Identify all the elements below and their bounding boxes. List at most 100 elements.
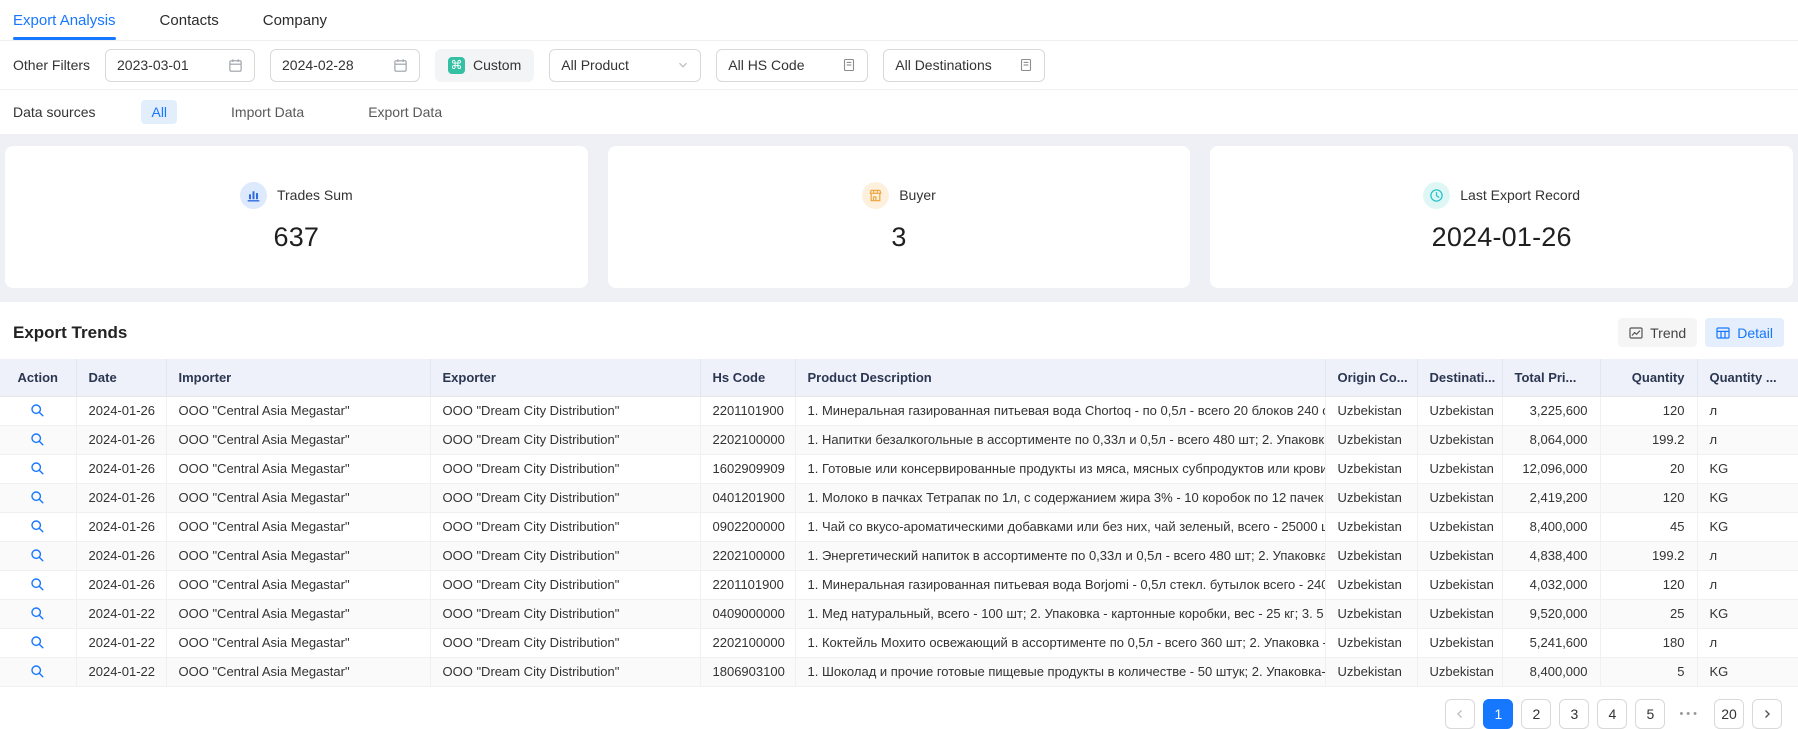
row-date: 2024-01-22 xyxy=(76,657,166,686)
data-sources-label: Data sources xyxy=(13,104,95,120)
chevron-down-icon xyxy=(677,59,689,71)
table-row: 2024-01-26 OOO "Central Asia Megastar" O… xyxy=(0,454,1798,483)
destinations-select[interactable]: All Destinations xyxy=(883,49,1045,82)
row-date: 2024-01-26 xyxy=(76,454,166,483)
row-product-description: 1. Напитки безалкогольные в ассортименте… xyxy=(795,425,1325,454)
file-list-icon xyxy=(842,58,856,72)
row-quantity-unit: л xyxy=(1697,541,1798,570)
table-row: 2024-01-26 OOO "Central Asia Megastar" O… xyxy=(0,425,1798,454)
row-quantity: 180 xyxy=(1600,628,1697,657)
last-export-record-value: 2024-01-26 xyxy=(1432,222,1572,253)
buyer-label: Buyer xyxy=(899,187,936,203)
row-date: 2024-01-26 xyxy=(76,425,166,454)
row-exporter: OOO "Dream City Distribution" xyxy=(430,454,700,483)
row-exporter: OOO "Dream City Distribution" xyxy=(430,425,700,454)
page-button-4[interactable]: 4 xyxy=(1597,699,1627,729)
row-action-cell[interactable] xyxy=(0,599,76,628)
search-icon xyxy=(30,635,45,650)
search-icon xyxy=(30,577,45,592)
row-action-cell[interactable] xyxy=(0,483,76,512)
row-importer: OOO "Central Asia Megastar" xyxy=(166,425,430,454)
row-hs-code: 2202100000 xyxy=(700,425,795,454)
row-product-description: 1. Молоко в пачках Тетрапак по 1л, с сод… xyxy=(795,483,1325,512)
table-body: 2024-01-26 OOO "Central Asia Megastar" O… xyxy=(0,396,1798,686)
page-button-5[interactable]: 5 xyxy=(1635,699,1665,729)
row-hs-code: 0902200000 xyxy=(700,512,795,541)
col-quantity: Quantity xyxy=(1600,359,1697,396)
data-source-all[interactable]: All xyxy=(141,100,177,124)
row-hs-code: 0401201900 xyxy=(700,483,795,512)
row-action-cell[interactable] xyxy=(0,657,76,686)
row-action-cell[interactable] xyxy=(0,541,76,570)
other-filters-label: Other Filters xyxy=(13,57,90,73)
filter-bar: Other Filters 2023-03-01 2024-02-28 ⌘ Cu… xyxy=(0,41,1798,90)
page-button-3[interactable]: 3 xyxy=(1559,699,1589,729)
pagination: 1 2 3 4 5 ••• 20 xyxy=(0,687,1798,729)
buyer-value: 3 xyxy=(891,222,906,253)
table-row: 2024-01-26 OOO "Central Asia Megastar" O… xyxy=(0,483,1798,512)
section-title: Export Trends xyxy=(13,323,127,343)
row-origin-country: Uzbekistan xyxy=(1325,396,1417,425)
page-button-1[interactable]: 1 xyxy=(1483,699,1513,729)
row-action-cell[interactable] xyxy=(0,454,76,483)
product-select[interactable]: All Product xyxy=(549,49,701,82)
date-to-value: 2024-02-28 xyxy=(282,57,354,73)
row-total-price: 12,096,000 xyxy=(1502,454,1600,483)
row-origin-country: Uzbekistan xyxy=(1325,425,1417,454)
table-row: 2024-01-22 OOO "Central Asia Megastar" O… xyxy=(0,657,1798,686)
prev-page-button[interactable] xyxy=(1445,699,1475,729)
row-action-cell[interactable] xyxy=(0,512,76,541)
row-hs-code: 1806903100 xyxy=(700,657,795,686)
search-icon xyxy=(30,432,45,447)
row-total-price: 2,419,200 xyxy=(1502,483,1600,512)
trend-button-label: Trend xyxy=(1650,325,1686,341)
data-source-import[interactable]: Import Data xyxy=(221,100,314,124)
row-action-cell[interactable] xyxy=(0,628,76,657)
row-exporter: OOO "Dream City Distribution" xyxy=(430,599,700,628)
row-importer: OOO "Central Asia Megastar" xyxy=(166,657,430,686)
tab-company[interactable]: Company xyxy=(263,0,327,40)
data-source-export[interactable]: Export Data xyxy=(358,100,452,124)
date-from-input[interactable]: 2023-03-01 xyxy=(105,49,255,82)
row-importer: OOO "Central Asia Megastar" xyxy=(166,454,430,483)
page-button-2[interactable]: 2 xyxy=(1521,699,1551,729)
date-to-input[interactable]: 2024-02-28 xyxy=(270,49,420,82)
export-trends-table: Action Date Importer Exporter Hs Code Pr… xyxy=(0,359,1798,687)
row-quantity: 120 xyxy=(1600,570,1697,599)
pagination-ellipsis[interactable]: ••• xyxy=(1673,699,1706,729)
row-importer: OOO "Central Asia Megastar" xyxy=(166,628,430,657)
page-button-last[interactable]: 20 xyxy=(1714,699,1744,729)
trend-view-button[interactable]: Trend xyxy=(1618,318,1697,347)
clock-icon xyxy=(1423,182,1450,209)
row-importer: OOO "Central Asia Megastar" xyxy=(166,570,430,599)
tab-export-analysis[interactable]: Export Analysis xyxy=(13,0,116,40)
tab-contacts[interactable]: Contacts xyxy=(160,0,219,40)
row-action-cell[interactable] xyxy=(0,570,76,599)
row-origin-country: Uzbekistan xyxy=(1325,454,1417,483)
row-product-description: 1. Мед натуральный, всего - 100 шт; 2. У… xyxy=(795,599,1325,628)
table-row: 2024-01-26 OOO "Central Asia Megastar" O… xyxy=(0,541,1798,570)
col-origin-country: Origin Co... xyxy=(1325,359,1417,396)
table-row: 2024-01-22 OOO "Central Asia Megastar" O… xyxy=(0,599,1798,628)
row-total-price: 5,241,600 xyxy=(1502,628,1600,657)
row-action-cell[interactable] xyxy=(0,425,76,454)
chevron-left-icon xyxy=(1454,708,1466,720)
table-row: 2024-01-22 OOO "Central Asia Megastar" O… xyxy=(0,628,1798,657)
row-date: 2024-01-22 xyxy=(76,599,166,628)
detail-view-button[interactable]: Detail xyxy=(1705,318,1784,347)
row-product-description: 1. Минеральная газированная питьевая вод… xyxy=(795,396,1325,425)
next-page-button[interactable] xyxy=(1752,699,1782,729)
row-destination: Uzbekistan xyxy=(1417,628,1502,657)
row-hs-code: 2201101900 xyxy=(700,570,795,599)
row-origin-country: Uzbekistan xyxy=(1325,483,1417,512)
search-icon xyxy=(30,403,45,418)
table-icon xyxy=(1716,326,1730,340)
hs-code-select[interactable]: All HS Code xyxy=(716,49,868,82)
col-destination: Destinati... xyxy=(1417,359,1502,396)
row-total-price: 4,032,000 xyxy=(1502,570,1600,599)
row-action-cell[interactable] xyxy=(0,396,76,425)
row-importer: OOO "Central Asia Megastar" xyxy=(166,396,430,425)
row-product-description: 1. Минеральная газированная питьевая вод… xyxy=(795,570,1325,599)
row-destination: Uzbekistan xyxy=(1417,425,1502,454)
custom-range-button[interactable]: ⌘ Custom xyxy=(435,49,534,82)
